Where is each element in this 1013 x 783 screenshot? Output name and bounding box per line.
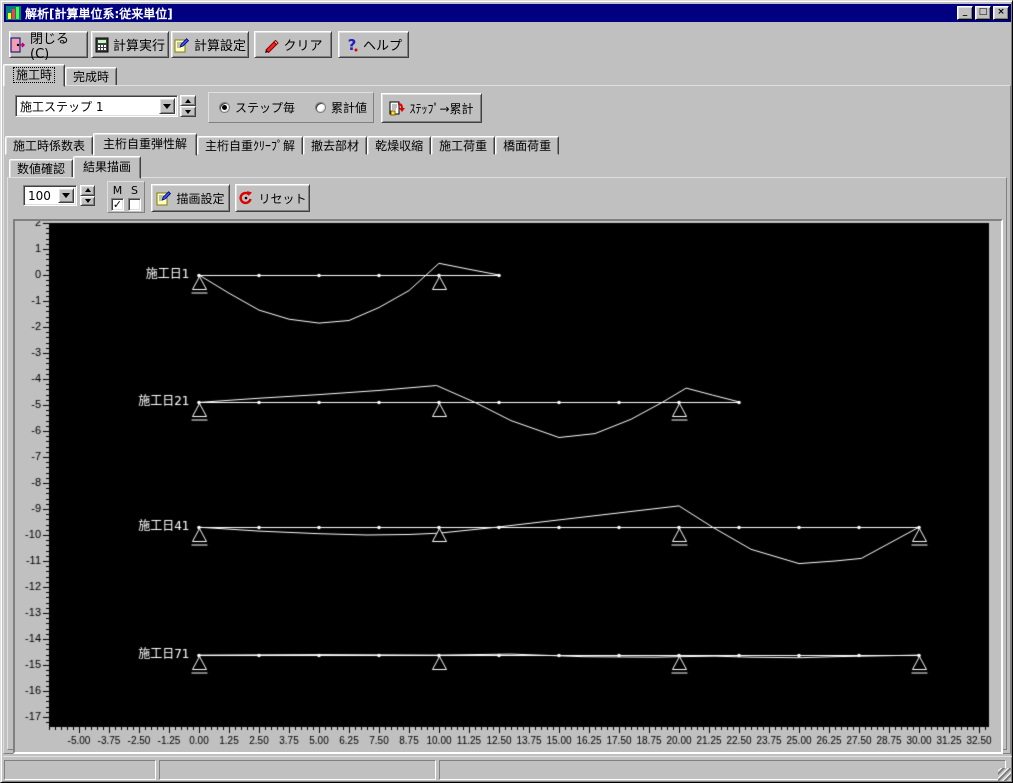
tab-removed-members[interactable]: 撤去部材 xyxy=(303,136,368,155)
m-checkbox-label: M xyxy=(112,183,123,197)
tab-drying-shrinkage[interactable]: 乾燥収縮 xyxy=(367,136,432,155)
step-select-value: 施工ステップ 1 xyxy=(20,99,104,114)
settings-doc-icon xyxy=(174,37,190,53)
tab-deck-load-label: 橋面荷重 xyxy=(503,139,552,153)
chevron-down-icon[interactable] xyxy=(58,188,74,203)
tab-construction-load-label: 施工荷重 xyxy=(439,139,488,153)
help-icon: ? xyxy=(345,37,359,53)
chevron-down-icon[interactable] xyxy=(159,98,175,114)
draw-settings-icon xyxy=(156,190,172,206)
tab-deck-load[interactable]: 橋面荷重 xyxy=(495,136,560,155)
calculator-icon xyxy=(95,37,109,53)
scale-select[interactable]: 100 xyxy=(23,185,77,206)
close-app-label: 閉じる(C) xyxy=(30,31,70,62)
radio-per-step-label: ステップ毎 xyxy=(235,101,296,115)
reset-label: リセット xyxy=(258,191,307,206)
draw-settings-button[interactable]: 描画設定 xyxy=(151,184,230,212)
calculation-settings-button[interactable]: 計算設定 xyxy=(171,31,249,58)
step-to-total-label: ｽﾃｯﾌﾟ→累計 xyxy=(409,101,474,116)
tab-removed-members-label: 撤去部材 xyxy=(311,139,360,153)
m-checkbox[interactable]: ✓ xyxy=(111,197,124,211)
step-to-total-button[interactable]: ｽﾃｯﾌﾟ→累計 xyxy=(381,93,482,123)
tab-girder-selfweight-elastic[interactable]: 主桁自重弾性解 xyxy=(93,133,198,156)
reset-button[interactable]: リセット xyxy=(235,184,310,212)
scale-spinner xyxy=(80,185,95,206)
help-label: ヘルプ xyxy=(362,39,402,54)
clear-button[interactable]: クリア xyxy=(254,31,332,58)
tab-construction-stage[interactable]: 施工時 xyxy=(3,64,66,87)
chart-panel xyxy=(13,219,1003,754)
clear-label: クリア xyxy=(283,39,323,54)
tab-result-drawing[interactable]: 結果描画 xyxy=(73,156,142,179)
step-to-total-icon xyxy=(389,100,406,116)
radio-per-step[interactable]: ステップ毎 xyxy=(219,99,295,116)
tab-construction-stage-label: 施工時 xyxy=(13,67,56,83)
tab-result-drawing-label: 結果描画 xyxy=(83,160,132,174)
close-app-button[interactable]: 閉じる(C) xyxy=(9,31,88,62)
ms-checkbox-panel: M S ✓ xyxy=(107,181,145,213)
tab-numeric-check-label: 数値確認 xyxy=(17,162,66,176)
status-bar xyxy=(3,756,1012,782)
scale-select-value: 100 xyxy=(28,188,51,203)
radio-selected-icon xyxy=(219,102,230,113)
resize-grip-icon[interactable] xyxy=(998,768,1011,781)
draw-settings-label: 描画設定 xyxy=(176,191,225,206)
mode-radio-group: ステップ毎 累計値 xyxy=(208,92,374,123)
s-checkbox[interactable] xyxy=(128,197,141,211)
radio-cumulative[interactable]: 累計値 xyxy=(315,99,367,116)
maximize-button[interactable]: □ xyxy=(975,6,991,20)
spinner-up-icon[interactable] xyxy=(80,185,95,196)
app-icon xyxy=(6,5,22,21)
view-tabstrip: 数値確認 結果描画 xyxy=(9,155,142,179)
close-button[interactable]: × xyxy=(993,6,1009,20)
s-checkbox-label: S xyxy=(131,183,138,197)
minimize-button[interactable]: _ xyxy=(957,6,973,20)
spinner-down-icon[interactable] xyxy=(80,195,95,206)
main-tabstrip: 施工時 完成時 xyxy=(3,63,118,87)
spinner-down-icon[interactable] xyxy=(180,106,196,117)
tab-coefficient-table[interactable]: 施工時係数表 xyxy=(5,136,94,155)
status-panel xyxy=(439,760,1006,780)
tab-numeric-check[interactable]: 数値確認 xyxy=(9,159,74,178)
spinner-up-icon[interactable] xyxy=(180,95,196,106)
run-calculation-label: 計算実行 xyxy=(112,39,165,54)
door-exit-icon xyxy=(10,37,26,53)
step-spinner xyxy=(180,95,196,117)
title-bar[interactable]: 解析[計算単位系:従来単位] _ □ × xyxy=(4,4,1011,22)
tab-coefficient-table-label: 施工時係数表 xyxy=(13,139,86,153)
deflection-chart xyxy=(15,221,1001,752)
tab-completion-stage[interactable]: 完成時 xyxy=(65,67,118,86)
run-calculation-button[interactable]: 計算実行 xyxy=(91,31,169,58)
window-title: 解析[計算単位系:従来単位] xyxy=(25,6,173,21)
result-tabstrip: 施工時係数表 主桁自重弾性解 主桁自重ｸﾘｰﾌﾟ解 撤去部材 乾燥収縮 施工荷重… xyxy=(5,132,560,156)
tab-construction-load[interactable]: 施工荷重 xyxy=(431,136,496,155)
reset-icon xyxy=(238,190,254,206)
radio-unselected-icon xyxy=(315,102,327,113)
status-panel xyxy=(159,760,436,780)
app-window: 解析[計算単位系:従来単位] _ □ × 閉じる(C) 計算実行 計算設定 クリ… xyxy=(0,0,1013,783)
step-select[interactable]: 施工ステップ 1 xyxy=(15,95,178,117)
calculation-settings-label: 計算設定 xyxy=(193,39,246,54)
tab-girder-selfweight-elastic-label: 主桁自重弾性解 xyxy=(103,137,188,151)
tab-girder-selfweight-creep-label: 主桁自重ｸﾘｰﾌﾟ解 xyxy=(205,139,296,153)
tab-completion-stage-label: 完成時 xyxy=(73,70,110,84)
help-button[interactable]: ? ヘルプ xyxy=(338,31,409,58)
status-panel xyxy=(4,760,156,780)
tab-girder-selfweight-creep[interactable]: 主桁自重ｸﾘｰﾌﾟ解 xyxy=(197,136,304,155)
radio-cumulative-label: 累計値 xyxy=(331,101,368,115)
tab-drying-shrinkage-label: 乾燥収縮 xyxy=(375,139,424,153)
eraser-pencil-icon xyxy=(263,37,280,53)
